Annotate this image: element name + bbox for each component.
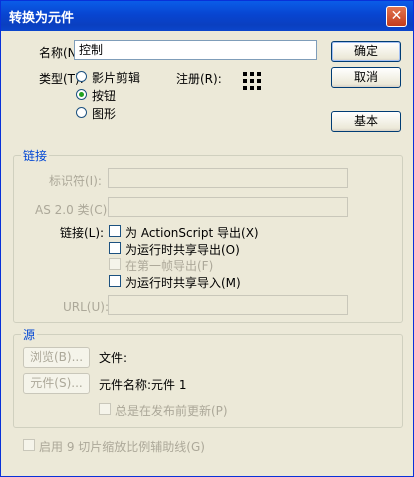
radio-graphic[interactable]	[76, 107, 87, 118]
cancel-button[interactable]: 取消	[331, 67, 401, 88]
symbol-button[interactable]: 元件(S)...	[23, 373, 90, 394]
as2-class-input[interactable]	[108, 197, 348, 217]
export-runtime-sharing-label: 为运行时共享导出(O)	[125, 243, 240, 257]
browse-button[interactable]: 浏览(B)...	[23, 347, 90, 368]
as2-class-label: AS 2.0 类(C):	[35, 203, 112, 217]
ok-button[interactable]: 确定	[331, 41, 401, 62]
export-actionscript-checkbox[interactable]	[109, 225, 121, 237]
dialog-title: 转换为元件	[9, 11, 75, 26]
always-update-checkbox[interactable]	[99, 403, 111, 415]
linkage-group-title: 链接	[21, 147, 50, 164]
export-actionscript-label: 为 ActionScript 导出(X)	[125, 226, 259, 240]
registration-grid-icon[interactable]	[243, 72, 261, 90]
source-group-title: 源	[21, 326, 38, 343]
export-first-frame-label: 在第一帧导出(F)	[125, 259, 214, 273]
scale9-label: 启用 9 切片缩放比例辅助线(G)	[39, 440, 205, 454]
import-runtime-sharing-checkbox[interactable]	[109, 275, 121, 287]
name-input[interactable]: 控制	[74, 40, 317, 60]
file-label: 文件:	[99, 351, 128, 365]
title-bar[interactable]: 转换为元件 ✕	[1, 1, 413, 31]
type-option-graphic-label: 图形	[92, 107, 117, 121]
export-first-frame-checkbox[interactable]	[109, 258, 121, 270]
type-option-button-label: 按钮	[92, 89, 117, 103]
convert-to-symbol-dialog: 转换为元件 ✕ 名称(N): 控制 类型(T): 影片剪辑 按钮 图形 注册(R…	[0, 0, 414, 477]
close-button[interactable]: ✕	[386, 6, 407, 27]
radio-button[interactable]	[76, 89, 87, 100]
export-runtime-sharing-checkbox[interactable]	[109, 242, 121, 254]
linkage-label: 链接(L):	[60, 226, 105, 240]
url-label: URL(U):	[63, 300, 109, 314]
identifier-input[interactable]	[108, 168, 348, 188]
symbol-name-text: 元件名称:元件 1	[99, 378, 187, 392]
registration-label: 注册(R):	[176, 72, 222, 86]
import-runtime-sharing-label: 为运行时共享导入(M)	[125, 276, 241, 290]
radio-movieclip[interactable]	[76, 71, 87, 82]
type-option-movieclip-label: 影片剪辑	[92, 71, 141, 85]
always-update-label: 总是在发布前更新(P)	[115, 404, 228, 418]
basic-button[interactable]: 基本	[331, 111, 401, 132]
url-input[interactable]	[108, 295, 348, 315]
identifier-label: 标识符(I):	[49, 174, 102, 188]
scale9-checkbox[interactable]	[23, 439, 35, 451]
